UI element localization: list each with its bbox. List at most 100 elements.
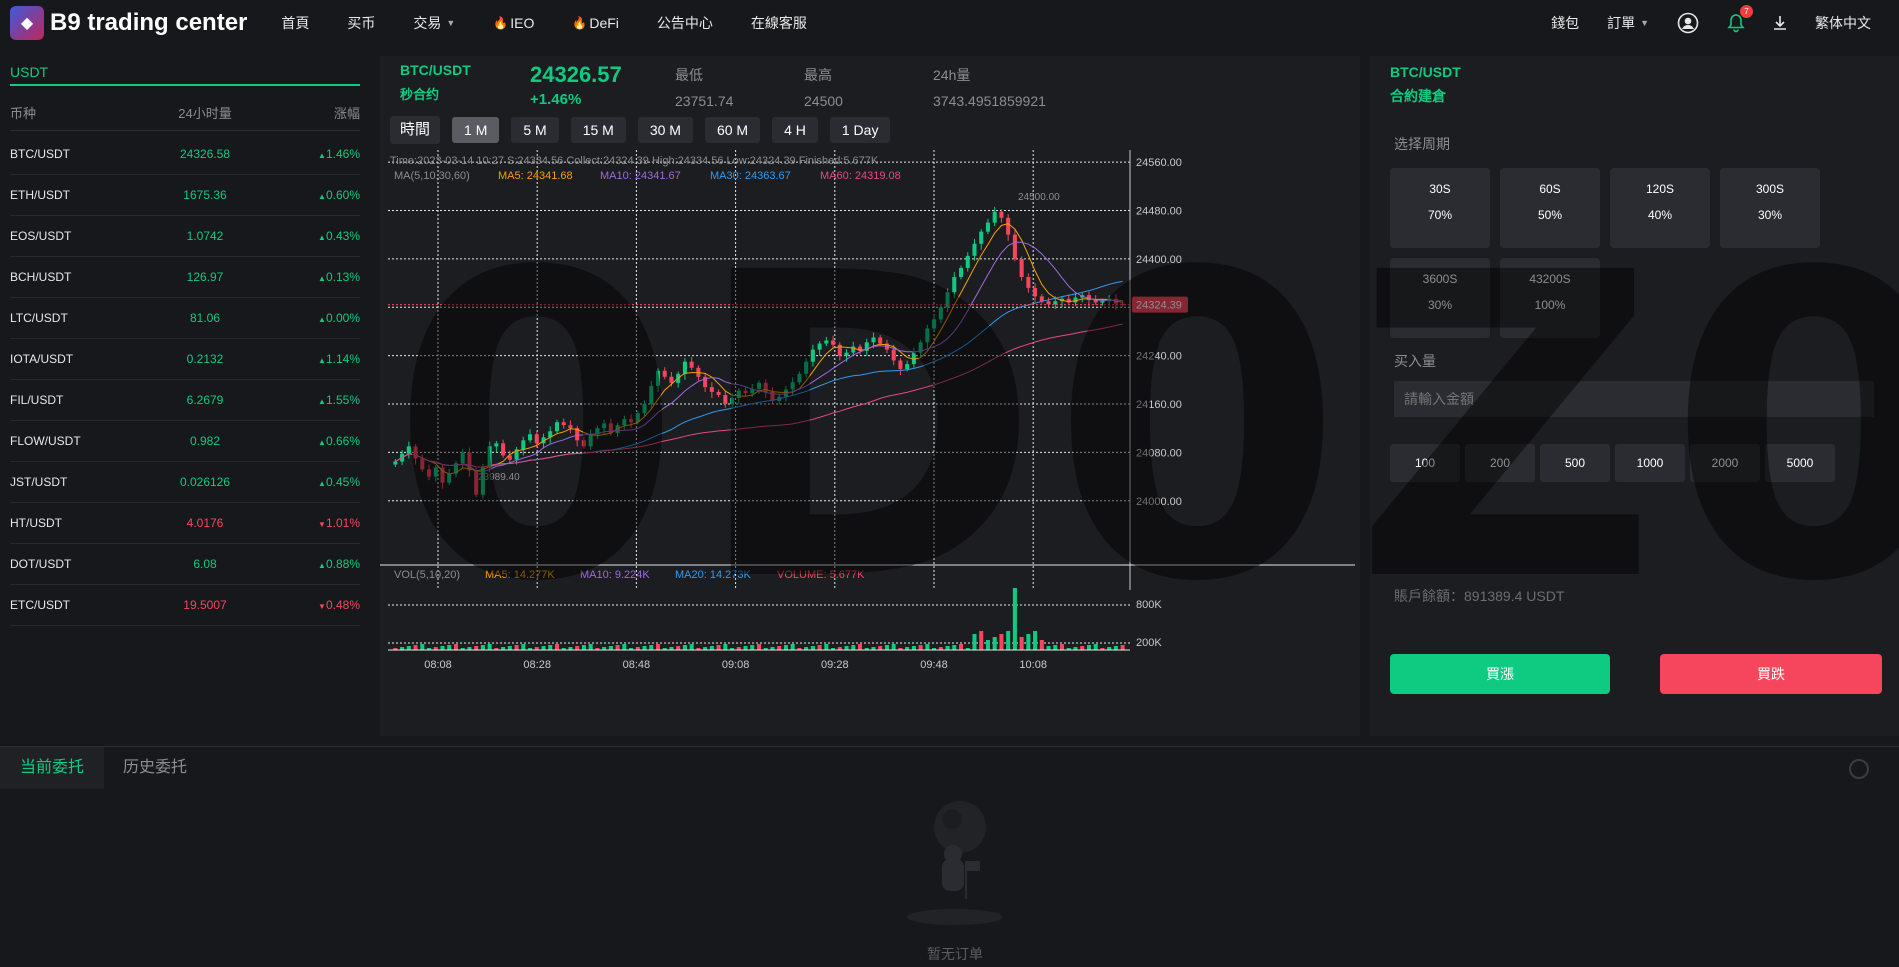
candle-body: [763, 382, 768, 392]
market-price: 0.2132: [186, 352, 224, 366]
market-price: 126.97: [186, 270, 224, 284]
nav-item-0[interactable]: 首頁: [281, 13, 309, 33]
amount-preset-button[interactable]: 500: [1540, 444, 1610, 482]
y-tick-label: 24400.00: [1136, 254, 1182, 266]
duration-option[interactable]: 3600S 30%: [1390, 258, 1490, 338]
nav-item-4[interactable]: 🔥 DeFi: [572, 13, 619, 33]
candle-body: [952, 277, 957, 293]
fire-icon: 🔥: [572, 16, 588, 30]
candle-body: [682, 361, 687, 374]
volume-bar: [487, 644, 492, 650]
duration-rate: 50%: [1537, 208, 1563, 222]
market-row[interactable]: EOS/USDT 1.0742 ▲0.43%: [10, 216, 360, 257]
candle-body: [716, 391, 721, 395]
tab-order-history[interactable]: 历史委托: [103, 747, 207, 789]
market-row[interactable]: ETC/USDT 19.5007 ▼0.48%: [10, 585, 360, 626]
volume-bar: [783, 645, 788, 650]
candle-body: [433, 467, 438, 477]
brand-logo[interactable]: ◆ B9 trading center: [10, 6, 247, 40]
market-row[interactable]: BCH/USDT 126.97 ▲0.13%: [10, 257, 360, 298]
volume-bar: [1026, 634, 1031, 650]
candle-body: [568, 425, 573, 429]
market-row[interactable]: ETH/USDT 1675.36 ▲0.60%: [10, 175, 360, 216]
market-change-value: 1.55%: [325, 393, 360, 407]
duration-option[interactable]: 300S 30%: [1720, 168, 1820, 248]
language-selector[interactable]: 繁体中文: [1815, 13, 1871, 33]
time-toggle[interactable]: 時間: [390, 116, 441, 144]
market-row[interactable]: DOT/USDT 6.08 ▲0.88%: [10, 544, 360, 585]
volume-bar: [851, 645, 856, 650]
market-row[interactable]: FIL/USDT 6.2679 ▲1.55%: [10, 380, 360, 421]
ticker-header: BTC/USDT 秒合约 24326.57 +1.46% 最低 23751.74…: [400, 62, 1046, 109]
market-row[interactable]: FLOW/USDT 0.982 ▲0.66%: [10, 421, 360, 462]
market-row[interactable]: LTC/USDT 81.06 ▲0.00%: [10, 298, 360, 339]
volume-bar: [649, 645, 654, 650]
period-button[interactable]: 5 M: [511, 117, 559, 143]
buy-down-button[interactable]: 買跌: [1660, 654, 1882, 694]
candle-body: [406, 446, 411, 454]
market-row[interactable]: IOTA/USDT 0.2132 ▲1.14%: [10, 339, 360, 380]
period-button[interactable]: 4 H: [772, 117, 818, 143]
nav-item-5[interactable]: 公告中心: [657, 13, 713, 33]
trade-subtitle: 合約建倉: [1390, 88, 1446, 104]
nav-item-6[interactable]: 在線客服: [751, 13, 807, 33]
market-change: ▲0.60%: [260, 188, 360, 202]
volume-bar: [1113, 646, 1118, 650]
orders-menu[interactable]: 訂單 ▼: [1607, 13, 1649, 33]
wallet-link[interactable]: 錢包: [1551, 13, 1579, 33]
candle-body: [723, 394, 728, 405]
market-row[interactable]: JST/USDT 0.026126 ▲0.45%: [10, 462, 360, 503]
period-button[interactable]: 30 M: [637, 117, 693, 143]
volume-bar: [575, 646, 580, 650]
tab-current-orders[interactable]: 当前委托: [0, 747, 105, 789]
candle-body: [985, 222, 990, 232]
period-button[interactable]: 15 M: [570, 117, 626, 143]
amount-preset-button[interactable]: 200: [1465, 444, 1535, 482]
orders-label: 訂單: [1607, 15, 1636, 31]
user-account-icon[interactable]: [1677, 12, 1699, 34]
ma5-legend: MA5: 24341.68: [498, 170, 573, 182]
duration-time: 60S: [1539, 182, 1561, 196]
period-button[interactable]: 1 M: [452, 117, 500, 143]
volume-bar: [958, 644, 964, 650]
nav-item-3[interactable]: 🔥 IEO: [493, 13, 534, 33]
download-icon[interactable]: [1773, 15, 1787, 31]
high-price-marker: 24500.00: [1018, 192, 1060, 203]
duration-option[interactable]: 43200S 100%: [1500, 258, 1600, 338]
market-row[interactable]: HT/USDT 4.0176 ▼1.01%: [10, 503, 360, 544]
ticker-high-label: 最高: [804, 67, 832, 83]
ticker-pair: BTC/USDT: [400, 62, 471, 78]
candle-body: [420, 458, 425, 470]
arrow-up-icon: ▲: [318, 438, 326, 447]
candle-body: [581, 440, 586, 447]
volume-bar: [655, 644, 661, 650]
amount-preset-button[interactable]: 5000: [1765, 444, 1835, 482]
market-symbol: BTC/USDT: [10, 147, 70, 161]
notification-bell-icon[interactable]: 7: [1727, 5, 1753, 33]
amount-input[interactable]: [1394, 381, 1874, 417]
duration-option[interactable]: 30S 70%: [1390, 168, 1490, 248]
candle-body: [824, 340, 829, 344]
last-price-label: 24324.39: [1136, 300, 1182, 312]
volume-bar: [453, 644, 458, 650]
market-price: 0.982: [189, 434, 221, 448]
candle-body: [1100, 301, 1105, 303]
duration-option[interactable]: 60S 50%: [1500, 168, 1600, 248]
nav-item-1[interactable]: 买币: [347, 13, 375, 33]
amount-preset-button[interactable]: 1000: [1615, 444, 1685, 482]
duration-option[interactable]: 120S 40%: [1610, 168, 1710, 248]
market-price: 24326.58: [179, 147, 231, 161]
tab-usdt[interactable]: USDT: [10, 64, 360, 86]
period-button[interactable]: 60 M: [704, 117, 761, 143]
volume-bar: [777, 646, 782, 650]
refresh-icon[interactable]: [1849, 759, 1869, 779]
candle-body: [588, 434, 593, 447]
candlestick-chart[interactable]: 24560.0024480.0024400.0024320.0024240.00…: [380, 150, 1360, 740]
volume-bar: [878, 646, 883, 650]
amount-preset-button[interactable]: 2000: [1690, 444, 1760, 482]
amount-preset-button[interactable]: 100: [1390, 444, 1460, 482]
nav-item-2[interactable]: 交易 ▼: [413, 13, 455, 33]
buy-up-button[interactable]: 買漲: [1390, 654, 1610, 694]
market-row[interactable]: BTC/USDT 24326.58 ▲1.46%: [10, 134, 360, 175]
period-button[interactable]: 1 Day: [829, 117, 891, 143]
